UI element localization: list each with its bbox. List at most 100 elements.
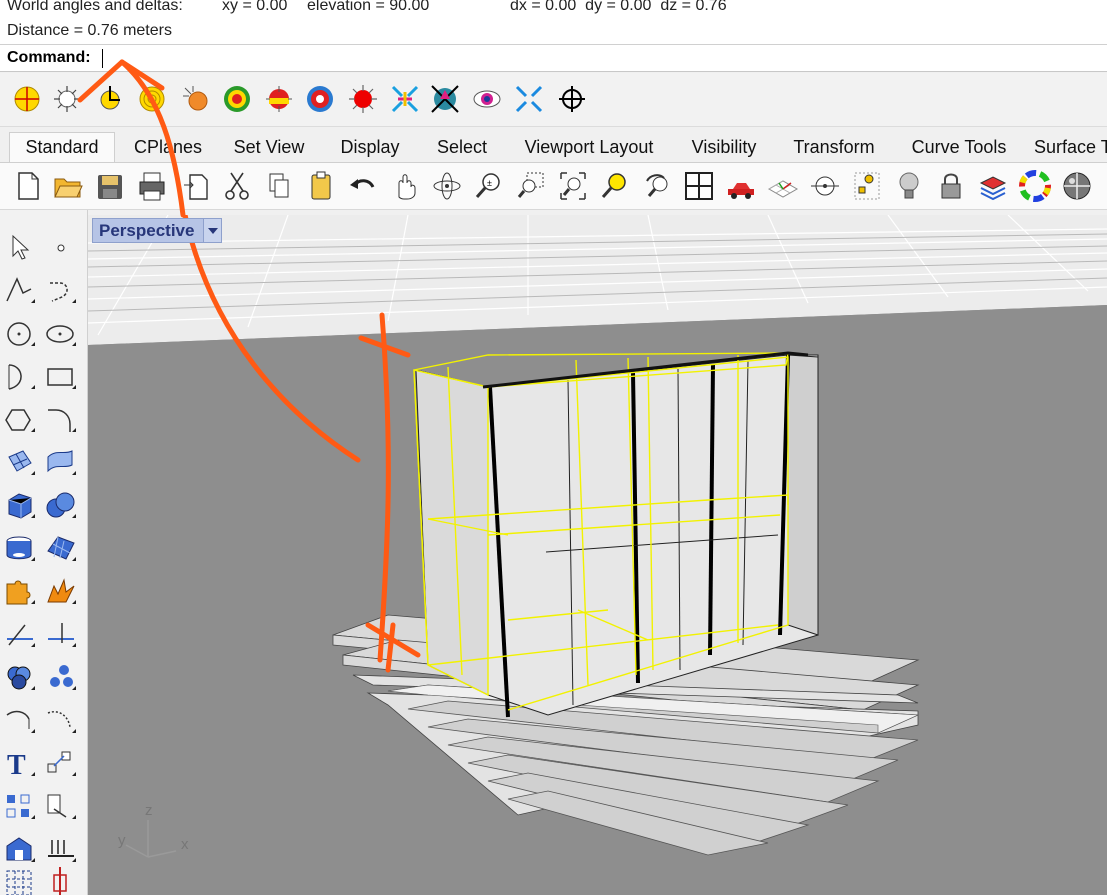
- array-icon[interactable]: [3, 789, 37, 825]
- toolbar-tabs: Standard CPlanes Set View Display Select…: [0, 127, 1107, 164]
- tab-visibility[interactable]: Visibility: [682, 135, 766, 163]
- point-snap-icon[interactable]: [95, 84, 125, 114]
- sphere-solid-icon[interactable]: [44, 488, 78, 524]
- split-icon[interactable]: [44, 617, 78, 653]
- history-icon[interactable]: [44, 865, 78, 895]
- tab-display[interactable]: Display: [330, 135, 410, 163]
- copy-icon[interactable]: [263, 169, 295, 203]
- end-snap-icon[interactable]: [12, 84, 42, 114]
- center-snap-icon[interactable]: [181, 84, 211, 114]
- scale-icon[interactable]: [44, 789, 78, 825]
- zoom-dynamic-icon[interactable]: ±: [473, 169, 505, 203]
- lights-icon[interactable]: [893, 169, 925, 203]
- tab-set-view[interactable]: Set View: [226, 135, 312, 163]
- rhino-window: World angles and deltas: xy = 0.00 eleva…: [0, 0, 1107, 895]
- axis-label-z: z: [145, 802, 153, 819]
- zoom-extents-icon[interactable]: [557, 169, 589, 203]
- new-file-icon[interactable]: [12, 169, 44, 203]
- tangent-snap-icon[interactable]: [305, 84, 335, 114]
- cylinder-solid-icon[interactable]: [3, 531, 37, 567]
- mesh-grid-icon[interactable]: [3, 865, 37, 895]
- osnap-toggle-icon[interactable]: [809, 169, 841, 203]
- open-folder-icon[interactable]: [52, 169, 84, 203]
- viewport-menu-dropdown[interactable]: [203, 219, 221, 242]
- box-solid-icon[interactable]: [3, 488, 37, 524]
- svg-text:±: ±: [487, 178, 492, 188]
- near-snap-icon[interactable]: [52, 84, 82, 114]
- four-viewports-icon[interactable]: [683, 169, 715, 203]
- tab-cplanes[interactable]: CPlanes: [123, 135, 213, 163]
- render-house-icon[interactable]: [3, 832, 37, 868]
- perspective-viewport[interactable]: z x y: [88, 215, 1107, 895]
- zoom-selected-icon[interactable]: [599, 169, 631, 203]
- zoom-window-icon[interactable]: [515, 169, 547, 203]
- surface-from-points-icon[interactable]: [3, 445, 37, 481]
- save-icon[interactable]: [94, 169, 126, 203]
- undo-icon[interactable]: [347, 169, 379, 203]
- dimension-icon[interactable]: [44, 832, 78, 868]
- disable-snap-icon[interactable]: [557, 84, 587, 114]
- polyline-icon[interactable]: [3, 273, 37, 309]
- history-line-distance: Distance = 0.76 meters: [7, 22, 172, 39]
- tab-select[interactable]: Select: [428, 135, 496, 163]
- import-icon[interactable]: [180, 169, 212, 203]
- tab-surface-tools[interactable]: Surface Tools: [1034, 135, 1107, 163]
- select-arrow-icon[interactable]: [3, 230, 37, 266]
- extrude-surface-icon[interactable]: [44, 445, 78, 481]
- viewport-title-tab[interactable]: Perspective: [92, 218, 222, 243]
- quad-snap-icon[interactable]: [348, 84, 378, 114]
- command-input[interactable]: [104, 47, 1094, 69]
- knot-snap-icon[interactable]: [390, 84, 420, 114]
- select-points-icon[interactable]: [851, 169, 883, 203]
- intersection-snap-icon[interactable]: [222, 84, 252, 114]
- axis-label-x: x: [181, 836, 189, 853]
- cut-icon[interactable]: [221, 169, 253, 203]
- explode-icon[interactable]: [44, 574, 78, 610]
- smarttrack-snap-icon[interactable]: [514, 84, 544, 114]
- named-views-car-icon[interactable]: [725, 169, 757, 203]
- vertex-snap-icon[interactable]: [430, 84, 460, 114]
- tab-transform[interactable]: Transform: [784, 135, 884, 163]
- lock-icon[interactable]: [935, 169, 967, 203]
- command-history: World angles and deltas: xy = 0.00 eleva…: [0, 0, 1107, 44]
- tab-curve-tools[interactable]: Curve Tools: [902, 135, 1016, 163]
- cplane-grid-icon[interactable]: [767, 169, 799, 203]
- fillet-curve-icon[interactable]: [44, 402, 78, 438]
- viewport-canvas[interactable]: z x y: [88, 215, 1107, 895]
- trim-icon[interactable]: [3, 617, 37, 653]
- render-sphere-icon[interactable]: [1061, 169, 1093, 203]
- dimension-arc-icon[interactable]: [3, 703, 37, 739]
- rotate-view-icon[interactable]: [431, 169, 463, 203]
- history-angles-label: World angles and deltas:: [7, 0, 183, 14]
- curve-icon[interactable]: [44, 273, 78, 309]
- svg-text:T: T: [7, 750, 26, 781]
- point-icon[interactable]: [44, 230, 78, 266]
- mesh-icon[interactable]: [44, 531, 78, 567]
- boolean-puzzle-icon[interactable]: [3, 574, 37, 610]
- arc-icon[interactable]: [3, 359, 37, 395]
- circle-icon[interactable]: [3, 316, 37, 352]
- move-icon[interactable]: [44, 746, 78, 782]
- undo-view-icon[interactable]: [641, 169, 673, 203]
- tab-viewport-layout[interactable]: Viewport Layout: [514, 135, 664, 163]
- viewport-title-label: Perspective: [99, 221, 195, 240]
- curve-from-object-icon[interactable]: [44, 703, 78, 739]
- command-line[interactable]: Command:: [0, 44, 1107, 72]
- ellipse-icon[interactable]: [44, 316, 78, 352]
- print-icon[interactable]: [136, 169, 168, 203]
- perpendicular-snap-icon[interactable]: [264, 84, 294, 114]
- polygon-icon[interactable]: [3, 402, 37, 438]
- join-icon[interactable]: [3, 660, 37, 696]
- rectangle-icon[interactable]: [44, 359, 78, 395]
- layers-icon[interactable]: [977, 169, 1009, 203]
- standard-toolbar: ±: [0, 162, 1107, 210]
- chevron-down-icon: [208, 228, 218, 234]
- color-wheel-icon[interactable]: [1019, 169, 1051, 203]
- project-snap-icon[interactable]: [472, 84, 502, 114]
- paste-icon[interactable]: [305, 169, 337, 203]
- text-icon[interactable]: T: [3, 746, 37, 782]
- group-icon[interactable]: [44, 660, 78, 696]
- pan-hand-icon[interactable]: [389, 169, 421, 203]
- tab-standard[interactable]: Standard: [9, 132, 115, 164]
- mid-snap-icon[interactable]: [137, 84, 167, 114]
